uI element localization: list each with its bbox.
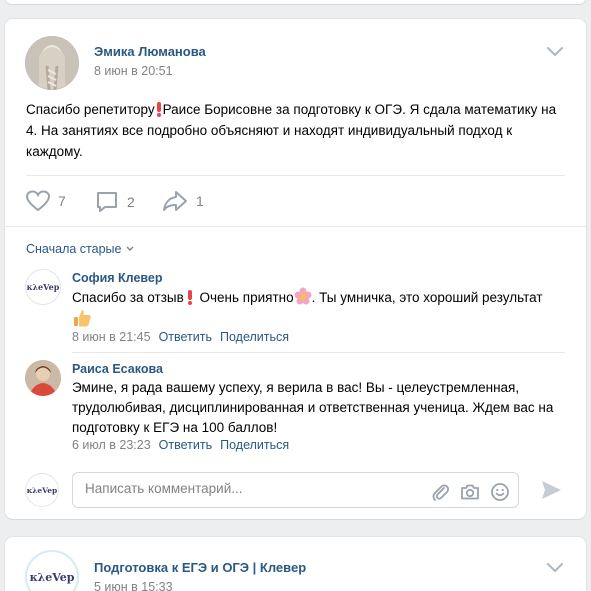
post-author-name[interactable]: Эмика Люманова: [94, 44, 206, 59]
commenter-avatar[interactable]: [25, 360, 61, 396]
comment-divider: [72, 352, 565, 353]
post-date[interactable]: 8 июн в 20:51: [94, 64, 173, 78]
logo-text: кλeVeр: [26, 485, 58, 495]
post-date[interactable]: 5 июн в 15:33: [94, 580, 173, 591]
comment-meta: 6 июл в 23:23 Ответить Поделиться: [72, 438, 289, 452]
chevron-down-icon[interactable]: [545, 562, 565, 574]
comment-text: Спасибо за отзыв Очень приятно. Ты умнич…: [72, 287, 572, 308]
comment-author[interactable]: Раиса Есакова: [72, 362, 163, 376]
current-user-avatar: кλeVeр: [25, 473, 59, 507]
post-divider: [26, 175, 565, 176]
like-count: 7: [58, 193, 66, 209]
chevron-down-icon: [126, 246, 134, 251]
previous-post-card: [5, 0, 586, 4]
comment-text: Эмине, я рада вашему успеху, я верила в …: [72, 380, 554, 435]
comment-date[interactable]: 6 июл в 23:23: [72, 438, 151, 452]
comment-button[interactable]: 2: [95, 190, 135, 214]
comments-sort-toggle[interactable]: Сначала старые: [26, 242, 135, 256]
post-author-name[interactable]: Подготовка к ЕГЭ и ОГЭ | Клевер: [94, 560, 306, 575]
author-avatar[interactable]: [25, 36, 79, 90]
post-card: Эмика Люманова 8 июн в 20:51 Спасибо реп…: [5, 19, 586, 519]
post-text: Спасибо репетитору Раисе Борисовне за под…: [26, 102, 557, 159]
comment-count: 2: [127, 194, 135, 210]
exclamation-icon: [187, 290, 192, 305]
camera-icon[interactable]: [460, 482, 480, 502]
thumbs-up-icon: [74, 310, 91, 327]
like-button[interactable]: 7: [26, 190, 66, 212]
group-avatar[interactable]: кλeVeр: [25, 550, 79, 591]
share-icon: [163, 191, 187, 211]
flower-icon: [294, 287, 312, 305]
heart-icon: [26, 190, 50, 212]
share-comment-button[interactable]: Поделиться: [220, 330, 289, 344]
comment-composer[interactable]: [72, 472, 519, 508]
share-comment-button[interactable]: Поделиться: [220, 438, 289, 452]
exclamation-icon: [156, 102, 161, 117]
comment-author[interactable]: София Клевер: [72, 271, 163, 285]
comment-meta: 8 июн в 21:45 Ответить Поделиться: [72, 330, 289, 344]
logo-text: кλeVeр: [26, 282, 60, 292]
reply-button[interactable]: Ответить: [159, 330, 212, 344]
comment-icon: [97, 192, 117, 212]
paperclip-icon[interactable]: [430, 482, 450, 502]
chevron-down-icon[interactable]: [545, 46, 565, 58]
next-post-card: кλeVeр Подготовка к ЕГЭ и ОГЭ | Клевер 5…: [5, 537, 586, 591]
smile-icon[interactable]: [490, 482, 510, 502]
share-count: 1: [196, 193, 204, 209]
actions-divider: [5, 226, 586, 227]
share-button[interactable]: 1: [162, 190, 204, 212]
commenter-avatar[interactable]: кλeVeр: [25, 269, 61, 305]
send-icon[interactable]: [540, 479, 562, 501]
reply-button[interactable]: Ответить: [159, 438, 212, 452]
comment-input[interactable]: [85, 481, 405, 496]
logo-text: кλeVeр: [29, 570, 75, 584]
comment-date[interactable]: 8 июн в 21:45: [72, 330, 151, 344]
